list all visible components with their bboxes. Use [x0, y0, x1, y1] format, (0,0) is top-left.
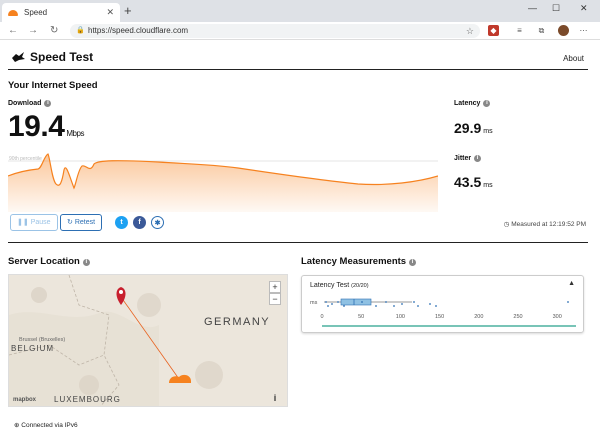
latency-tick-label: 150 [435, 314, 444, 320]
latency-tick-label: 300 [553, 314, 562, 320]
twitter-share-icon[interactable]: t [115, 216, 128, 229]
latency-label: Latency i [454, 100, 491, 107]
minimize-button[interactable]: — [528, 3, 537, 13]
latency-test-panel: Latency Test (20/20) ▲ ms 0 50 100 150 200 25… [301, 275, 584, 333]
latency-point [361, 301, 363, 303]
jitter-info-icon[interactable]: i [474, 155, 482, 162]
latency-test-count: (20/20) [351, 283, 369, 289]
profile-avatar[interactable] [558, 25, 569, 36]
latency-boxplot: ms 0 50 100 150 200 250 300 [310, 298, 576, 327]
server-location-title: Server Location i [8, 256, 90, 267]
cloudflare-favicon-icon [8, 9, 18, 16]
latency-measurements-info-icon[interactable]: i [409, 259, 417, 266]
map-label-germany: GERMANY [204, 316, 270, 328]
collections-icon[interactable]: ⧉ [536, 25, 547, 36]
linkedin-share-icon[interactable]: ✱ [151, 216, 164, 229]
latency-unit: ms [483, 128, 493, 135]
maximize-button[interactable]: ☐ [552, 3, 560, 14]
latency-point [393, 305, 395, 307]
map-label-brussels: Brussel (Bruxelles) [19, 337, 65, 343]
address-toolbar: ← → ↻ 🔒 https://speed.cloudflare.com ☆ ◆… [0, 22, 600, 40]
url-text: https://speed.cloudflare.com [88, 26, 189, 35]
zoom-out-button[interactable]: − [269, 293, 281, 305]
mapbox-logo: mapbox [13, 397, 37, 403]
window-close-button[interactable]: ✕ [580, 3, 588, 14]
pause-button[interactable]: ❚❚ Pause [10, 214, 58, 231]
latency-info-icon[interactable]: i [483, 100, 491, 107]
lock-icon: 🔒 [76, 27, 85, 34]
latency-test-title: Latency Test (20/20) [310, 282, 369, 289]
ipv6-icon: ⊕ [14, 422, 20, 429]
reading-list-icon[interactable]: ≡ [514, 25, 525, 36]
download-unit: Mbps [66, 129, 84, 138]
user-location-pin-icon [116, 287, 126, 305]
percentile-label: 90th percentile [9, 156, 42, 162]
latency-point [435, 305, 437, 307]
latency-tick-label: 250 [513, 314, 522, 320]
latency-point [401, 303, 403, 305]
cloudflare-logo-icon [10, 50, 26, 67]
tab-close-icon[interactable]: ✕ [106, 7, 114, 18]
forward-icon[interactable]: → [28, 24, 38, 37]
latency-tick-label: 50 [358, 314, 364, 320]
latency-point [327, 305, 329, 307]
latency-point [413, 301, 415, 303]
browser-tab[interactable]: Speed ✕ [2, 3, 120, 22]
speed-section-title: Your Internet Speed [8, 80, 98, 91]
facebook-share-icon[interactable]: f [133, 216, 146, 229]
collapse-caret-icon[interactable]: ▲ [568, 280, 575, 287]
download-value: 19.4 Mbps [8, 110, 84, 143]
latency-value: 29.9 ms [454, 120, 493, 136]
address-bar[interactable]: 🔒 https://speed.cloudflare.com ☆ [70, 24, 480, 38]
latency-point [337, 301, 339, 303]
download-label: Download i [8, 100, 52, 107]
reload-icon[interactable]: ↻ [50, 24, 58, 37]
tab-title: Speed [24, 8, 48, 17]
connection-status: ⊕ Connected via IPv6 [14, 422, 78, 429]
latency-tick-label: 0 [320, 314, 323, 320]
latency-measurements-title: Latency Measurements i [301, 256, 417, 267]
latency-point [417, 305, 419, 307]
latency-point [429, 303, 431, 305]
latency-tick-label: 200 [474, 314, 483, 320]
server-cloud-icon [169, 374, 191, 383]
map-label-luxembourg: LUXEMBOURG [54, 395, 121, 404]
latency-axis-ticks: 0 50 100 150 200 250 300 [320, 314, 561, 320]
download-info-icon[interactable]: i [44, 100, 52, 107]
server-info-icon[interactable]: i [82, 259, 90, 266]
browser-menu-icon[interactable]: ⋯ [578, 25, 589, 36]
latency-point [325, 301, 327, 303]
about-link[interactable]: About [563, 54, 584, 63]
section-divider [8, 242, 588, 243]
measured-time: ◷ Measured at 12:19:52 PM [503, 221, 586, 228]
latency-tick-label: 100 [396, 314, 405, 320]
latency-box [340, 298, 372, 306]
page-header: Speed Test About [8, 48, 588, 70]
jitter-value: 43.5 ms [454, 174, 493, 190]
latency-point [375, 305, 377, 307]
jitter-unit: ms [483, 182, 493, 189]
server-map[interactable]: GERMANY BELGIUM LUXEMBOURG Brussel (Brux… [8, 274, 288, 407]
map-label-belgium: BELGIUM [11, 344, 54, 353]
latency-point [385, 301, 387, 303]
extension-shield-icon[interactable]: ◆ [488, 25, 499, 36]
page-title: Speed Test [30, 50, 94, 64]
zoom-in-button[interactable]: + [269, 281, 281, 293]
download-speed-graph: 90th percentile [8, 153, 438, 212]
latency-point [343, 305, 345, 307]
latency-point [567, 301, 569, 303]
retest-button[interactable]: ↻ Retest [60, 214, 103, 231]
back-icon[interactable]: ← [8, 24, 18, 37]
browser-tab-bar: Speed ✕ + — ☐ ✕ [0, 0, 600, 22]
jitter-label: Jitter i [454, 155, 482, 162]
bookmark-star-icon[interactable]: ☆ [466, 24, 474, 38]
map-info-icon[interactable]: i [269, 393, 281, 405]
latency-axis-unit: ms [310, 300, 318, 306]
map-canvas: GERMANY BELGIUM LUXEMBOURG Brussel (Brux… [9, 275, 270, 406]
new-tab-button[interactable]: + [124, 4, 132, 18]
latency-point [331, 303, 333, 305]
